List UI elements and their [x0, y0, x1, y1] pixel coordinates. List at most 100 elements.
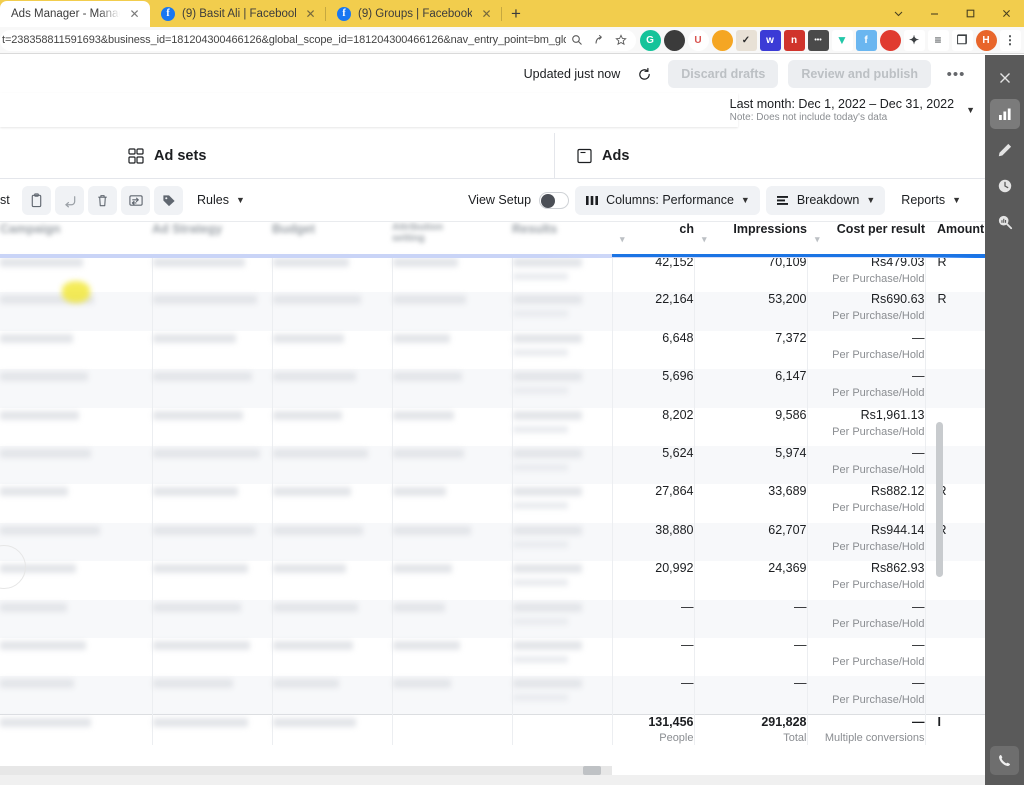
row-cell-cost-per-result: — Per Purchase/Hold — [807, 369, 926, 408]
analytics-extension-icon[interactable]: w — [759, 29, 781, 51]
bar-chart-icon[interactable] — [989, 99, 1020, 129]
view-setup-toggle[interactable]: View Setup — [468, 191, 570, 209]
delete-icon[interactable] — [88, 185, 117, 215]
notebook-extension-icon[interactable]: n — [783, 29, 805, 51]
puzzle-extensions-icon[interactable]: ✦ — [903, 29, 925, 51]
column-header-blurred-3[interactable]: Budget — [272, 222, 392, 255]
minimize-icon[interactable] — [916, 0, 952, 27]
refresh-icon[interactable] — [630, 60, 658, 88]
playlist-extension-icon[interactable]: ≡ — [927, 29, 949, 51]
bookmark-star-icon[interactable] — [610, 30, 632, 51]
duplicate-icon[interactable] — [22, 185, 51, 215]
table-row[interactable]: — — — Per Purchase/Hold — [0, 637, 985, 677]
column-header-reach[interactable]: ▾ ch — [612, 222, 694, 255]
profile-avatar[interactable]: H — [975, 29, 997, 51]
filter-extension-icon[interactable]: ▼ — [831, 29, 853, 51]
table-row[interactable]: 5,624 5,974 — Per Purchase/Hold — [0, 445, 985, 485]
blurred-content — [512, 525, 582, 535]
share-icon[interactable] — [588, 30, 610, 51]
blurred-content — [272, 410, 342, 420]
url-text[interactable]: t=238358811591693&business_id=1812043004… — [0, 34, 566, 46]
grammarly-extension-icon[interactable]: G — [639, 29, 661, 51]
date-range-note: Note: Does not include today's data — [729, 112, 888, 123]
table-row[interactable]: 20,992 24,369 Rs862.93 Per Purchase/Hold — [0, 561, 985, 600]
clock-icon[interactable] — [990, 171, 1020, 201]
table-horizontal-scrollbar-track[interactable] — [0, 766, 612, 775]
close-icon[interactable] — [988, 0, 1024, 27]
zoom-icon[interactable] — [566, 30, 588, 51]
browser-tab-ads-manager[interactable]: Ads Manager - Manage ads - Ca ✕ — [0, 1, 150, 27]
search-zoom-icon[interactable] — [990, 207, 1020, 237]
tab-close-icon[interactable]: ✕ — [479, 7, 494, 22]
view-setup-switch[interactable] — [539, 191, 570, 209]
phone-icon[interactable] — [990, 746, 1019, 775]
row-cell-blurred-3 — [272, 369, 393, 408]
tab-ads[interactable]: Ads — [555, 133, 647, 179]
column-header-label: ch — [679, 222, 694, 236]
abtest-icon[interactable] — [121, 185, 150, 215]
pokeball-extension-icon[interactable] — [879, 29, 901, 51]
table-row[interactable]: 8,202 9,586 Rs1,961.13 Per Purchase/Hold — [0, 407, 985, 446]
rules-dropdown[interactable]: Rules ▼ — [187, 186, 255, 215]
sidepanel-icon[interactable]: ❐ — [951, 29, 973, 51]
maximize-icon[interactable] — [952, 0, 988, 27]
honey-extension-icon[interactable] — [711, 29, 733, 51]
url-bar[interactable]: t=238358811591693&business_id=1812043004… — [0, 29, 636, 51]
table-row[interactable]: — — — Per Purchase/Hold — [0, 599, 985, 638]
column-header-blurred-4[interactable]: Attribution setting — [392, 222, 512, 255]
column-header-amount[interactable]: Amount — [925, 222, 985, 255]
row-cell-blurred-5 — [512, 330, 613, 370]
blurred-text: Results — [512, 222, 558, 236]
table-row[interactable]: 27,864 33,689 Rs882.12 Per Purchase/Hold R — [0, 484, 985, 523]
table-row[interactable]: 6,648 7,372 — Per Purchase/Hold — [0, 330, 985, 370]
table-header-row: Campaign Ad Strategy Budget Attribution s… — [0, 222, 985, 255]
ublock-extension-icon[interactable]: U — [687, 29, 709, 51]
row-cell-reach-value: 8,202 — [662, 407, 694, 422]
undo-icon[interactable] — [55, 185, 84, 215]
edit-button-clipped-label[interactable]: st — [0, 193, 18, 207]
table-row[interactable]: — — — Per Purchase/Hold — [0, 676, 985, 715]
table-row[interactable]: 38,880 62,707 Rs944.14 Per Purchase/Hold R — [0, 522, 985, 562]
dark-reader-extension-icon[interactable] — [663, 29, 685, 51]
reports-dropdown[interactable]: Reports ▼ — [891, 186, 971, 215]
pencil-icon[interactable] — [990, 135, 1020, 165]
browser-tab-basit-ali[interactable]: f (9) Basit Ali | Facebook ✕ — [150, 1, 326, 27]
new-tab-button[interactable]: + — [502, 1, 530, 27]
checkmark-extension-icon[interactable]: ✓ — [735, 29, 757, 51]
table-row[interactable]: 5,696 6,147 — Per Purchase/Hold — [0, 369, 985, 408]
columns-dropdown[interactable]: Columns: Performance ▼ — [575, 185, 760, 215]
table-horizontal-scrollbar-thumb[interactable] — [583, 766, 601, 775]
facebook-pixel-extension-icon[interactable]: f — [855, 29, 877, 51]
column-header-blurred-5[interactable]: Results — [512, 222, 612, 255]
column-header-cost-per-result[interactable]: ▾ Cost per result — [807, 222, 925, 255]
tab-close-icon[interactable]: ✕ — [303, 7, 318, 22]
row-cell-impressions-value: — — [794, 676, 807, 691]
chevron-down-icon[interactable]: ▼ — [966, 105, 975, 115]
chrome-menu-icon[interactable]: ⋮ — [999, 29, 1021, 51]
tab-ad-sets[interactable]: Ad sets — [110, 133, 555, 179]
more-dots-extension-icon[interactable]: ••• — [807, 29, 829, 51]
browser-tab-groups[interactable]: f (9) Groups | Facebook ✕ — [326, 1, 502, 27]
ads-data-table-container[interactable]: Campaign Ad Strategy Budget Attribution s… — [0, 222, 985, 785]
row-cell-cost-per-result-value: — — [912, 369, 925, 384]
row-cell-cost-per-result-sub: Per Purchase/Hold — [832, 694, 925, 707]
row-cell-reach-value: 6,648 — [662, 330, 694, 345]
table-row[interactable]: 42,152 70,109 Rs479.03 Per Purchase/Hold R — [0, 254, 985, 293]
date-range-picker[interactable]: Last month: Dec 1, 2022 – Dec 31, 2022 N… — [716, 95, 985, 125]
chevron-down-icon[interactable] — [880, 0, 916, 27]
table-vertical-scrollbar[interactable] — [936, 422, 943, 577]
row-cell-impressions: — — [694, 676, 808, 715]
more-options-button[interactable]: ••• — [941, 60, 971, 88]
tag-icon[interactable] — [154, 185, 183, 215]
row-cell-cost-per-result-sub: Per Purchase/Hold — [832, 348, 925, 361]
column-header-impressions[interactable]: ▾ Impressions — [694, 222, 807, 255]
breakdown-dropdown[interactable]: Breakdown ▼ — [765, 185, 886, 215]
discard-drafts-button[interactable]: Discard drafts — [668, 60, 779, 88]
table-row[interactable]: 22,164 53,200 Rs690.63 Per Purchase/Hold R — [0, 292, 985, 331]
review-and-publish-button[interactable]: Review and publish — [788, 60, 931, 88]
row-cell-impressions-value: — — [794, 637, 807, 652]
column-header-blurred-2[interactable]: Ad Strategy — [152, 222, 272, 255]
column-header-blurred-1[interactable]: Campaign — [0, 222, 152, 255]
close-icon[interactable] — [990, 63, 1020, 93]
tab-close-icon[interactable]: ✕ — [127, 7, 142, 22]
